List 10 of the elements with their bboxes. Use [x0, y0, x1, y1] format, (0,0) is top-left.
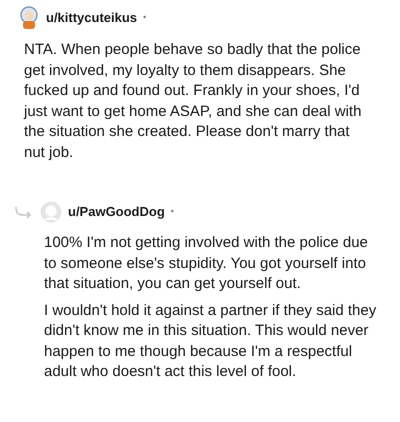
separator-dot: •	[143, 11, 146, 24]
username[interactable]: u/PawGoodDog	[68, 202, 165, 222]
avatar-icon	[40, 201, 62, 223]
avatar-icon	[18, 6, 40, 30]
comment-text: I wouldn't hold it against a partner if they said they didn't know me in this situation. This would never happen to me though because I'm a respectful adult who doesn't act this level of fool.	[44, 300, 378, 382]
reply-arrow-icon	[14, 206, 32, 218]
separator-dot: •	[170, 205, 174, 218]
username[interactable]: u/kittycuteikus	[46, 8, 138, 28]
comment-text: NTA. When people behave so badly that the police get involved, my loyalty to them disappears. She fucked up and found out. Frankly in your shoes, I'd just want to get home ASAP, and she can deal with the situation she created. Please don't marry that nut job.	[24, 40, 362, 162]
comment-text: 100% I'm not getting involved with the police due to someone else's stupidity. You got yourself into that situation, you can get yourself out.	[44, 233, 369, 294]
